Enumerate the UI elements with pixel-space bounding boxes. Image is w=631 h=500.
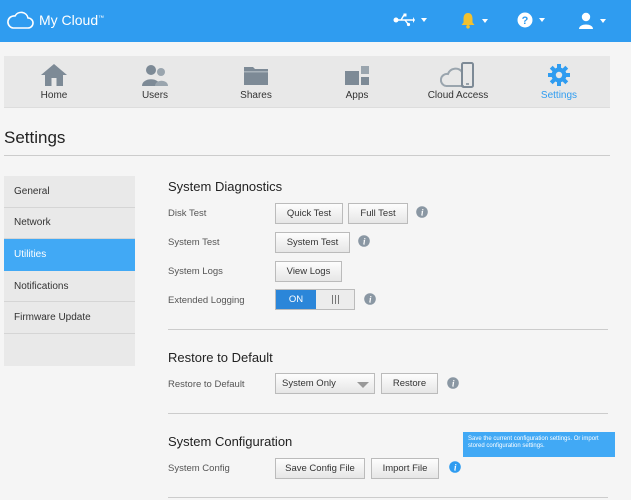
info-icon[interactable]: i	[449, 461, 461, 473]
chevron-down-icon	[421, 18, 427, 22]
info-icon[interactable]: i	[416, 206, 428, 218]
bell-icon	[461, 13, 475, 29]
restore-button[interactable]: Restore	[381, 373, 438, 394]
save-config-button[interactable]: Save Config File	[275, 458, 365, 479]
nav-cloud-access[interactable]: Cloud Access	[408, 56, 508, 108]
quick-test-button[interactable]: Quick Test	[275, 203, 343, 224]
help-icon: ?	[517, 12, 533, 28]
cloud-logo-icon	[7, 11, 34, 29]
info-icon[interactable]: i	[358, 235, 370, 247]
help-menu[interactable]: ?	[517, 12, 545, 28]
section-title-restore: Restore to Default	[168, 350, 273, 365]
sidebar-item-network[interactable]: Network	[4, 208, 135, 240]
system-config-label: System Config	[168, 463, 230, 474]
sidebar-item-firmware-update[interactable]: Firmware Update	[4, 302, 135, 334]
brand-logo[interactable]: My Cloud™	[6, 10, 104, 30]
usb-icon	[393, 13, 415, 27]
usb-menu[interactable]	[393, 12, 427, 28]
info-icon[interactable]: i	[364, 293, 376, 305]
nav-label: Home	[40, 90, 68, 101]
brand-name: My Cloud™	[39, 12, 105, 28]
nav-shares[interactable]: Shares	[206, 56, 306, 108]
import-file-button[interactable]: Import File	[371, 458, 439, 479]
full-test-button[interactable]: Full Test	[348, 203, 408, 224]
nav-label: Settings	[540, 90, 578, 101]
sidebar-item-general[interactable]: General	[4, 176, 135, 208]
cloud-device-icon	[440, 62, 474, 88]
alerts-menu[interactable]	[460, 12, 488, 29]
divider	[168, 413, 608, 414]
nav-apps[interactable]: Apps	[307, 56, 407, 108]
main-nav: Home Users Shares Apps Cloud Access Sett…	[4, 56, 610, 108]
gear-icon	[548, 64, 570, 86]
disk-test-label: Disk Test	[168, 208, 207, 219]
nav-label: Apps	[345, 90, 369, 101]
extended-logging-label: Extended Logging	[168, 295, 245, 306]
divider	[168, 329, 608, 330]
toggle-handle	[316, 290, 354, 309]
section-title-diagnostics: System Diagnostics	[168, 179, 283, 194]
nav-settings[interactable]: Settings	[509, 56, 609, 108]
nav-home[interactable]: Home	[4, 56, 104, 108]
nav-label: Cloud Access	[427, 90, 489, 101]
system-test-button[interactable]: System Test	[275, 232, 350, 253]
home-icon	[41, 64, 67, 86]
section-title-configuration: System Configuration	[168, 434, 293, 449]
divider	[168, 497, 608, 498]
top-bar: My Cloud™ ?	[0, 0, 631, 42]
users-icon	[142, 65, 168, 86]
page-title: Settings	[4, 128, 66, 147]
toggle-on-label: ON	[276, 290, 316, 309]
divider	[4, 155, 610, 156]
info-icon[interactable]: i	[447, 377, 459, 389]
apps-icon	[345, 66, 369, 85]
folder-icon	[244, 67, 268, 85]
nav-label: Shares	[240, 90, 272, 101]
chevron-down-icon	[539, 18, 545, 22]
chevron-down-icon	[357, 382, 369, 388]
system-test-label: System Test	[168, 237, 220, 248]
sidebar-item-utilities[interactable]: Utilities	[4, 239, 135, 271]
user-menu[interactable]	[578, 12, 606, 29]
nav-label: Users	[141, 90, 169, 101]
chevron-down-icon	[600, 18, 606, 23]
restore-label: Restore to Default	[168, 379, 245, 390]
svg-text:?: ?	[522, 15, 529, 27]
view-logs-button[interactable]: View Logs	[275, 261, 342, 282]
system-logs-label: System Logs	[168, 266, 223, 277]
nav-users[interactable]: Users	[105, 56, 205, 108]
config-tooltip: Save the current configuration settings.…	[463, 432, 615, 457]
restore-type-select[interactable]: System Only	[275, 373, 375, 394]
sidebar-item-notifications[interactable]: Notifications	[4, 271, 135, 303]
user-icon	[579, 12, 593, 29]
chevron-down-icon	[482, 18, 488, 23]
extended-logging-toggle[interactable]: ON	[275, 289, 355, 310]
restore-type-value: System Only	[282, 378, 336, 389]
settings-sidebar: General Network Utilities Notifications …	[4, 176, 135, 366]
